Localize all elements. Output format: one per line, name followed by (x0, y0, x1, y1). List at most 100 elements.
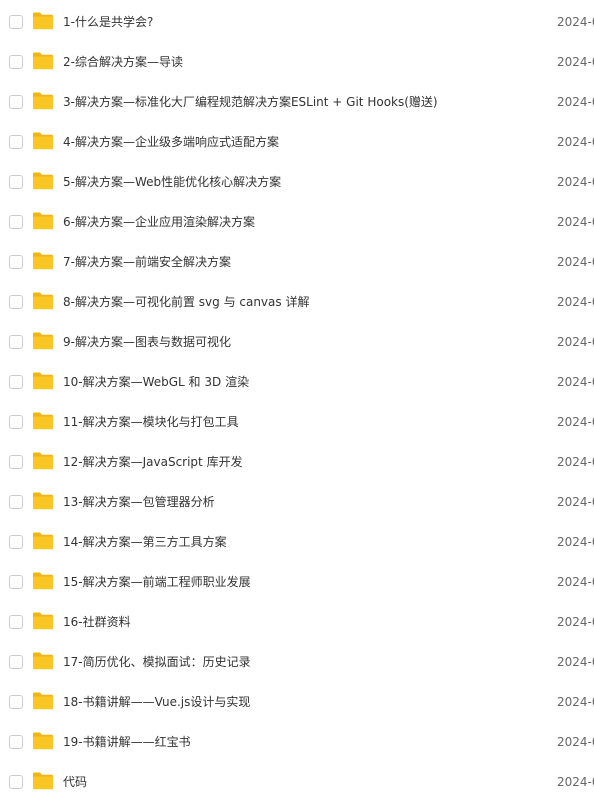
folder-icon (32, 451, 54, 470)
folder-icon (32, 691, 54, 710)
file-date: 2024-0 (557, 775, 594, 789)
file-row[interactable]: 9-解决方案—图表与数据可视化 2024-0 (0, 322, 594, 362)
file-date: 2024-0 (557, 135, 594, 149)
file-date: 2024-0 (557, 255, 594, 269)
file-name[interactable]: 14-解决方案—第三方工具方案 (63, 522, 227, 562)
file-date: 2024-0 (557, 615, 594, 629)
file-row[interactable]: 代码 2024-0 (0, 762, 594, 802)
file-date: 2024-0 (557, 735, 594, 749)
file-row[interactable]: 3-解决方案—标准化大厂编程规范解决方案ESLint + Git Hooks(赠… (0, 82, 594, 122)
file-date: 2024-0 (557, 695, 594, 709)
file-row[interactable]: 10-解决方案—WebGL 和 3D 渲染 2024-0 (0, 362, 594, 402)
file-name[interactable]: 4-解决方案—企业级多端响应式适配方案 (63, 122, 279, 162)
file-date: 2024-0 (557, 375, 594, 389)
file-name[interactable]: 7-解决方案—前端安全解决方案 (63, 242, 231, 282)
file-row[interactable]: 15-解决方案—前端工程师职业发展 2024-0 (0, 562, 594, 602)
folder-icon (32, 731, 54, 750)
file-name[interactable]: 18-书籍讲解——Vue.js设计与实现 (63, 682, 250, 722)
file-date: 2024-0 (557, 535, 594, 549)
file-name[interactable]: 5-解决方案—Web性能优化核心解决方案 (63, 162, 281, 202)
file-date: 2024-0 (557, 575, 594, 589)
file-name[interactable]: 3-解决方案—标准化大厂编程规范解决方案ESLint + Git Hooks(赠… (63, 82, 438, 122)
file-row[interactable]: 8-解决方案—可视化前置 svg 与 canvas 详解 2024-0 (0, 282, 594, 322)
file-name[interactable]: 1-什么是共学会? (63, 2, 153, 42)
file-row[interactable]: 19-书籍讲解——红宝书 2024-0 (0, 722, 594, 762)
file-row[interactable]: 4-解决方案—企业级多端响应式适配方案 2024-0 (0, 122, 594, 162)
row-checkbox[interactable] (9, 15, 23, 29)
row-checkbox[interactable] (9, 735, 23, 749)
file-name[interactable]: 9-解决方案—图表与数据可视化 (63, 322, 231, 362)
file-name[interactable]: 13-解决方案—包管理器分析 (63, 482, 215, 522)
file-name[interactable]: 12-解决方案—JavaScript 库开发 (63, 442, 243, 482)
file-date: 2024-0 (557, 175, 594, 189)
file-date: 2024-0 (557, 95, 594, 109)
row-checkbox[interactable] (9, 55, 23, 69)
file-date: 2024-0 (557, 55, 594, 69)
file-date: 2024-0 (557, 655, 594, 669)
folder-icon (32, 211, 54, 230)
folder-icon (32, 291, 54, 310)
file-row[interactable]: 5-解决方案—Web性能优化核心解决方案 2024-0 (0, 162, 594, 202)
row-checkbox[interactable] (9, 695, 23, 709)
row-checkbox[interactable] (9, 255, 23, 269)
folder-icon (32, 131, 54, 150)
file-name[interactable]: 6-解决方案—企业应用渲染解决方案 (63, 202, 255, 242)
file-date: 2024-0 (557, 495, 594, 509)
row-checkbox[interactable] (9, 295, 23, 309)
file-name[interactable]: 16-社群资料 (63, 602, 131, 642)
file-row[interactable]: 2-综合解决方案—导读 2024-0 (0, 42, 594, 82)
folder-icon (32, 51, 54, 70)
folder-icon (32, 571, 54, 590)
file-name[interactable]: 代码 (63, 762, 87, 802)
row-checkbox[interactable] (9, 415, 23, 429)
row-checkbox[interactable] (9, 495, 23, 509)
folder-icon (32, 651, 54, 670)
file-list: 1-什么是共学会? 2024-0 2-综合解决方案—导读 2024-0 3-解决… (0, 0, 594, 811)
file-row[interactable]: 13-解决方案—包管理器分析 2024-0 (0, 482, 594, 522)
row-checkbox[interactable] (9, 775, 23, 789)
file-name[interactable]: 2-综合解决方案—导读 (63, 42, 183, 82)
row-checkbox[interactable] (9, 95, 23, 109)
folder-icon (32, 91, 54, 110)
folder-icon (32, 611, 54, 630)
file-date: 2024-0 (557, 335, 594, 349)
folder-icon (32, 531, 54, 550)
row-checkbox[interactable] (9, 615, 23, 629)
file-row[interactable]: 14-解决方案—第三方工具方案 2024-0 (0, 522, 594, 562)
file-date: 2024-0 (557, 455, 594, 469)
row-checkbox[interactable] (9, 175, 23, 189)
file-date: 2024-0 (557, 295, 594, 309)
row-checkbox[interactable] (9, 535, 23, 549)
row-checkbox[interactable] (9, 375, 23, 389)
row-checkbox[interactable] (9, 455, 23, 469)
file-row[interactable]: 11-解决方案—模块化与打包工具 2024-0 (0, 402, 594, 442)
file-row[interactable]: 1-什么是共学会? 2024-0 (0, 2, 594, 42)
file-date: 2024-0 (557, 415, 594, 429)
file-name[interactable]: 8-解决方案—可视化前置 svg 与 canvas 详解 (63, 282, 309, 322)
folder-icon (32, 491, 54, 510)
file-row[interactable]: 6-解决方案—企业应用渲染解决方案 2024-0 (0, 202, 594, 242)
file-row[interactable]: 16-社群资料 2024-0 (0, 602, 594, 642)
folder-icon (32, 251, 54, 270)
file-name[interactable]: 19-书籍讲解——红宝书 (63, 722, 191, 762)
file-name[interactable]: 10-解决方案—WebGL 和 3D 渲染 (63, 362, 249, 402)
file-date: 2024-0 (557, 15, 594, 29)
folder-icon (32, 331, 54, 350)
row-checkbox[interactable] (9, 135, 23, 149)
file-row[interactable]: 17-简历优化、模拟面试：历史记录 2024-0 (0, 642, 594, 682)
file-name[interactable]: 11-解决方案—模块化与打包工具 (63, 402, 239, 442)
folder-icon (32, 171, 54, 190)
file-row[interactable]: 12-解决方案—JavaScript 库开发 2024-0 (0, 442, 594, 482)
file-date: 2024-0 (557, 215, 594, 229)
folder-icon (32, 771, 54, 790)
row-checkbox[interactable] (9, 335, 23, 349)
file-name[interactable]: 17-简历优化、模拟面试：历史记录 (63, 642, 251, 682)
file-row[interactable]: 7-解决方案—前端安全解决方案 2024-0 (0, 242, 594, 282)
folder-icon (32, 371, 54, 390)
row-checkbox[interactable] (9, 215, 23, 229)
file-name[interactable]: 15-解决方案—前端工程师职业发展 (63, 562, 251, 602)
row-checkbox[interactable] (9, 655, 23, 669)
file-row[interactable]: 18-书籍讲解——Vue.js设计与实现 2024-0 (0, 682, 594, 722)
row-checkbox[interactable] (9, 575, 23, 589)
folder-icon (32, 411, 54, 430)
